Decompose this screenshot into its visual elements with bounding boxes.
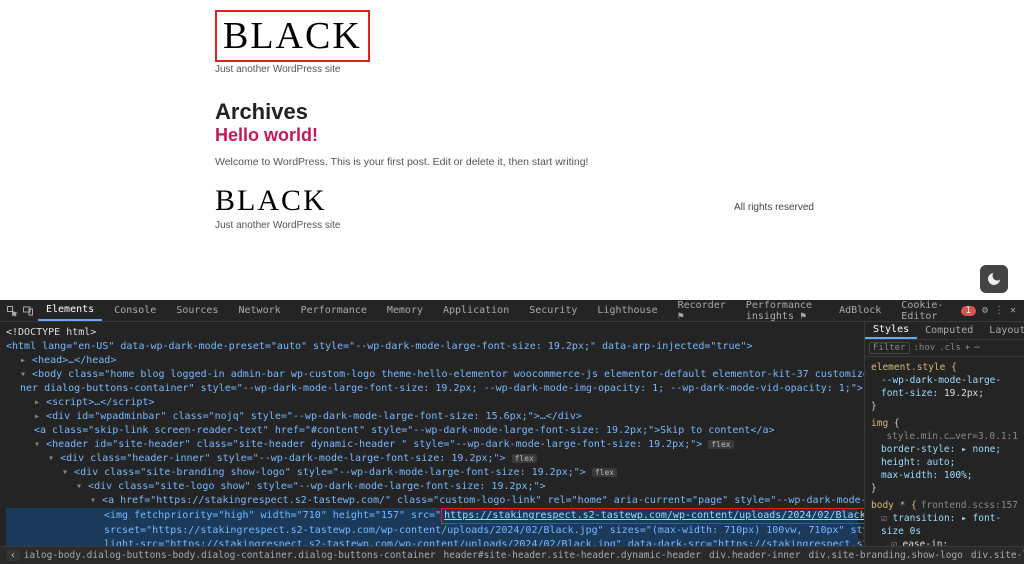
- close-icon[interactable]: ✕: [1008, 302, 1018, 320]
- footer-branding: BLACK Just another WordPress site: [215, 184, 340, 231]
- tab-performance[interactable]: Performance: [293, 301, 375, 320]
- post-title-link[interactable]: Hello world!: [215, 125, 318, 145]
- new-rule-icon[interactable]: +: [965, 343, 970, 353]
- devtools-panel: Elements Console Sources Network Perform…: [0, 300, 1024, 564]
- css-rules[interactable]: element.style { --wp-dark-mode-large-fon…: [865, 357, 1024, 546]
- tab-console[interactable]: Console: [106, 301, 164, 320]
- more-icon[interactable]: ⋮: [994, 302, 1004, 320]
- sp-tab-layout[interactable]: Layout: [981, 323, 1024, 338]
- tab-sources[interactable]: Sources: [168, 301, 226, 320]
- archives-heading: Archives: [215, 99, 814, 125]
- inspect-icon[interactable]: [6, 302, 18, 320]
- styles-sidebar: Styles Computed Layout » Filter :hov .cl…: [864, 322, 1024, 546]
- styles-filter-input[interactable]: Filter: [869, 342, 910, 354]
- settings-icon[interactable]: ⚙: [980, 302, 990, 320]
- tab-network[interactable]: Network: [230, 301, 288, 320]
- logo-text[interactable]: BLACK: [223, 15, 362, 57]
- rights-reserved: All rights reserved: [734, 202, 814, 213]
- tab-memory[interactable]: Memory: [379, 301, 431, 320]
- sp-tab-styles[interactable]: Styles: [865, 322, 917, 339]
- error-badge[interactable]: 1: [961, 306, 976, 316]
- footer-tagline: Just another WordPress site: [215, 220, 340, 231]
- tab-adblock[interactable]: AdBlock: [831, 301, 889, 320]
- site-tagline: Just another WordPress site: [215, 64, 814, 75]
- dark-mode-toggle[interactable]: [980, 265, 1008, 293]
- site-footer: BLACK Just another WordPress site All ri…: [215, 184, 814, 231]
- sp-tab-computed[interactable]: Computed: [917, 323, 981, 338]
- tab-recorder[interactable]: Recorder ⚑: [670, 296, 734, 326]
- dom-breadcrumb[interactable]: ‹ ialog-body.dialog-buttons-body.dialog-…: [0, 546, 1024, 564]
- moon-icon: [986, 271, 1002, 287]
- post-excerpt: Welcome to WordPress. This is your first…: [215, 156, 814, 168]
- breadcrumb-scroll-left[interactable]: ‹: [6, 550, 20, 561]
- bc-item[interactable]: div.site-branding.show-logo: [804, 550, 966, 561]
- dom-tree[interactable]: <!DOCTYPE html> <html lang="en-US" data-…: [0, 322, 864, 546]
- bc-item[interactable]: div.site-logo.show: [967, 550, 1024, 561]
- device-toggle-icon[interactable]: [22, 302, 34, 320]
- bc-item[interactable]: header#site-header.site-header.dynamic-h…: [440, 550, 705, 561]
- selected-dom-node[interactable]: <img fetchpriority="high" width="710" he…: [6, 508, 858, 524]
- tab-cookie-editor[interactable]: Cookie-Editor: [893, 296, 952, 326]
- tab-elements[interactable]: Elements: [38, 300, 102, 321]
- site-header: BLACK Just another WordPress site: [215, 10, 814, 75]
- bc-item[interactable]: ialog-body.dialog-buttons-body.dialog-co…: [20, 550, 440, 561]
- styles-more-icon[interactable]: ⋯: [974, 343, 979, 353]
- highlighted-logo: BLACK: [215, 10, 370, 62]
- footer-logo[interactable]: BLACK: [215, 184, 340, 218]
- bc-item[interactable]: div.header-inner: [705, 550, 805, 561]
- tab-perf-insights[interactable]: Performance insights ⚑: [738, 296, 827, 326]
- tab-security[interactable]: Security: [521, 301, 585, 320]
- cls-toggle[interactable]: .cls: [939, 343, 961, 353]
- hov-toggle[interactable]: :hov: [914, 343, 936, 353]
- devtools-tabbar: Elements Console Sources Network Perform…: [0, 300, 1024, 322]
- page-content: BLACK Just another WordPress site Archiv…: [0, 0, 1024, 231]
- tab-lighthouse[interactable]: Lighthouse: [589, 301, 665, 320]
- tab-application[interactable]: Application: [435, 301, 517, 320]
